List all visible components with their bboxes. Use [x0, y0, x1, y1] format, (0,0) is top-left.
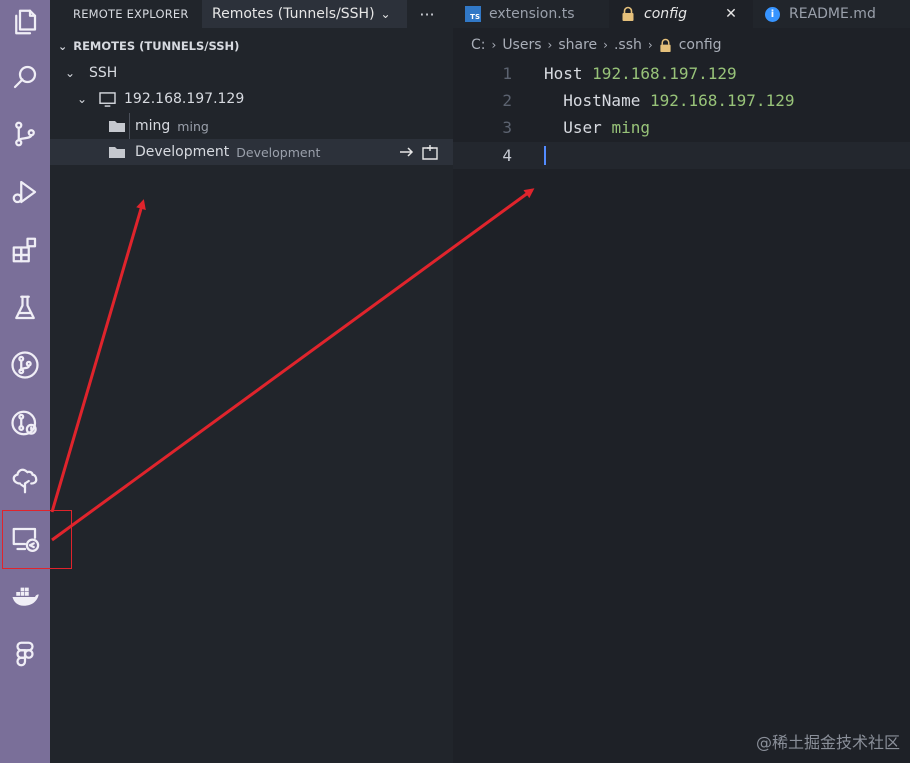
section-header-remotes[interactable]: ⌄ REMOTES (TUNNELS/SSH) — [50, 34, 453, 58]
breadcrumb-item[interactable]: C: — [471, 37, 486, 53]
config-value: ming — [611, 118, 650, 137]
tree-item-folder-development[interactable]: Development Development — [50, 139, 453, 165]
tree-icon[interactable] — [0, 456, 50, 506]
config-value: 192.168.197.129 — [592, 64, 737, 83]
chevron-down-icon: ⌄ — [380, 7, 391, 21]
explorer-icon[interactable] — [0, 0, 50, 47]
config-key: HostName — [563, 91, 641, 110]
tab-config[interactable]: config ✕ — [609, 0, 753, 28]
activity-bar — [0, 0, 50, 763]
tree-item-label: SSH — [89, 65, 118, 81]
chevron-down-icon: ⌄ — [65, 66, 76, 80]
more-actions-button[interactable]: ··· — [407, 5, 447, 24]
docker-icon[interactable] — [0, 572, 50, 622]
remotes-dropdown-value: Remotes (Tunnels/SSH) — [212, 6, 375, 22]
code-text: Host 192.168.197.129 — [544, 64, 737, 83]
config-key: Host — [544, 64, 583, 83]
config-key: User — [563, 118, 602, 137]
source-control-icon[interactable] — [0, 109, 50, 159]
breadcrumb-item[interactable]: .ssh — [614, 37, 642, 53]
text-cursor — [544, 146, 546, 165]
close-icon[interactable]: ✕ — [725, 6, 737, 22]
line-number: 4 — [502, 146, 512, 165]
tree-item-folder-ming[interactable]: ming ming — [50, 113, 453, 139]
code-text: User ming — [544, 118, 650, 137]
line-number: 2 — [502, 91, 512, 110]
tree-item-label: ming — [135, 118, 171, 134]
lock-icon — [660, 38, 671, 52]
chevron-down-icon: ⌄ — [77, 92, 88, 106]
editor-tabs: TS extension.ts config ✕ i README.md — [453, 0, 910, 28]
sidebar-header: REMOTE EXPLORER Remotes (Tunnels/SSH) ⌄ … — [50, 0, 453, 28]
tree-item-description: ming — [177, 118, 209, 134]
tree-item-label: 192.168.197.129 — [124, 91, 245, 107]
git-graph-icon[interactable] — [0, 340, 50, 390]
info-icon: i — [765, 6, 780, 22]
chevron-right-icon: › — [603, 38, 608, 52]
tab-label: config — [644, 6, 688, 22]
code-line[interactable]: 3 User ming — [453, 114, 910, 141]
code-line[interactable]: 2 HostName 192.168.197.129 — [453, 87, 910, 114]
typescript-icon: TS — [465, 6, 481, 22]
tab-label: extension.ts — [489, 6, 575, 22]
remotes-dropdown[interactable]: Remotes (Tunnels/SSH) ⌄ — [202, 0, 407, 28]
line-number: 3 — [502, 118, 512, 137]
tab-label: README.md — [789, 6, 876, 22]
tree-item-label: Development — [135, 144, 230, 160]
folder-icon — [109, 147, 125, 158]
search-icon[interactable] — [0, 52, 50, 102]
editor-pane[interactable]: C: › Users › share › .ssh › config 1 Hos… — [453, 28, 910, 763]
remote-explorer-highlight-box — [2, 510, 72, 569]
tab-extension-ts[interactable]: TS extension.ts — [453, 0, 609, 28]
sidebar-title: REMOTE EXPLORER — [73, 7, 189, 21]
connect-in-current-window-icon[interactable] — [399, 144, 415, 160]
breadcrumb: C: › Users › share › .ssh › config — [471, 37, 722, 53]
chevron-right-icon: › — [491, 38, 497, 52]
git-history-icon[interactable] — [0, 398, 50, 448]
monitor-icon — [99, 91, 116, 107]
code-line[interactable]: 1 Host 192.168.197.129 — [453, 60, 910, 87]
code-line-current[interactable]: 4 — [453, 142, 910, 169]
watermark: @稀土掘金技术社区 — [755, 733, 900, 752]
lock-icon — [622, 6, 634, 21]
chevron-right-icon: › — [547, 38, 553, 52]
tree-item-ssh[interactable]: ⌄ SSH — [50, 60, 453, 86]
row-actions — [399, 144, 439, 160]
config-value: 192.168.197.129 — [649, 91, 795, 110]
tree-item-description: Development — [236, 144, 321, 160]
breadcrumb-item[interactable]: config — [679, 37, 722, 53]
run-debug-icon[interactable] — [0, 167, 50, 217]
tree-item-host[interactable]: ⌄ 192.168.197.129 — [50, 86, 453, 112]
breadcrumb-item[interactable]: share — [558, 37, 597, 53]
line-number: 1 — [502, 64, 512, 83]
figma-icon[interactable] — [0, 629, 50, 679]
folder-icon — [109, 121, 125, 132]
open-in-new-window-icon[interactable] — [421, 144, 439, 160]
tab-readme-md[interactable]: i README.md — [753, 0, 910, 28]
chevron-down-icon: ⌄ — [58, 39, 68, 53]
section-title: REMOTES (TUNNELS/SSH) — [73, 39, 240, 53]
breadcrumb-item[interactable]: Users — [502, 37, 541, 53]
remote-explorer-sidebar: REMOTE EXPLORER Remotes (Tunnels/SSH) ⌄ … — [50, 0, 453, 763]
code-text: HostName 192.168.197.129 — [544, 91, 794, 110]
testing-icon[interactable] — [0, 283, 50, 333]
chevron-right-icon: › — [647, 38, 653, 52]
extensions-icon[interactable] — [0, 225, 50, 275]
